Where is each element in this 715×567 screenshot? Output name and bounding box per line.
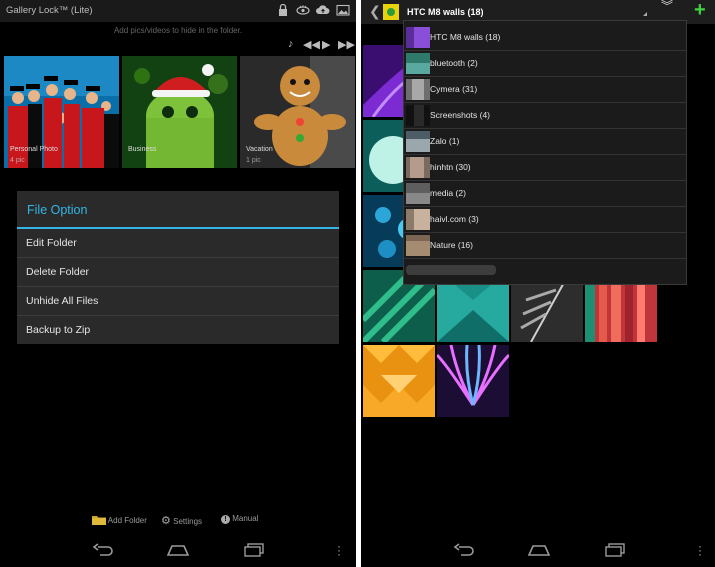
back-icon[interactable] <box>92 543 114 557</box>
folder-thumbnail <box>406 79 430 100</box>
folder-item[interactable]: Zalo (1) <box>404 129 686 155</box>
home-icon[interactable] <box>166 543 190 557</box>
android-nav-bar: · · · <box>0 535 356 567</box>
folder-label: Screenshots (4) <box>430 110 490 120</box>
music-note-icon[interactable]: ♪ <box>288 38 294 50</box>
home-icon[interactable] <box>527 543 551 557</box>
settings-label: Settings <box>173 517 203 526</box>
overflow-menu-icon[interactable]: · · · <box>698 540 702 560</box>
folder-thumbnail <box>383 4 399 20</box>
add-folder-button[interactable]: Add Folder <box>92 514 147 525</box>
backup-to-zip-option[interactable]: Backup to Zip <box>17 316 339 344</box>
folder-label: Nature (16) <box>430 240 473 250</box>
folder-label: haivl.com (3) <box>430 214 479 224</box>
folder-thumbnail <box>406 183 430 204</box>
option-label: Unhide All Files <box>26 295 99 307</box>
wallpaper-thumbnail[interactable] <box>363 345 435 417</box>
folder-icon <box>92 516 106 525</box>
dialog-title: File Option <box>27 203 88 217</box>
folder-item[interactable] <box>404 259 686 284</box>
folder-label: bluetooth (2) <box>430 58 478 68</box>
folder-item[interactable]: hinhtn (30) <box>404 155 686 181</box>
folder-label: Cymera (31) <box>430 84 478 94</box>
gallery-icon[interactable] <box>336 4 350 16</box>
folder-item[interactable]: bluetooth (2) <box>404 51 686 77</box>
gear-icon: ⚙ <box>161 515 171 527</box>
album-count: 4 pic <box>10 157 25 164</box>
action-bar: Gallery Lock™ (Lite) <box>0 0 356 22</box>
add-folder-label: Add Folder <box>107 516 147 525</box>
gallery-lock-screen: Gallery Lock™ (Lite) Add pics/videos to … <box>0 0 356 567</box>
next-icon[interactable]: ▶▶ <box>338 38 355 51</box>
folder-label: hinhtn (30) <box>430 162 471 172</box>
manual-button[interactable]: ! Manual <box>221 514 258 524</box>
album-label: Business <box>128 146 157 153</box>
album-label: Personal Photo <box>10 146 58 153</box>
folder-thumbnail <box>406 131 430 152</box>
wallpaper-thumbnail[interactable] <box>437 345 509 417</box>
edit-folder-option[interactable]: Edit Folder <box>17 229 339 258</box>
add-icon[interactable]: + <box>694 0 706 22</box>
delete-folder-option[interactable]: Delete Folder <box>17 258 339 287</box>
manual-label: Manual <box>232 514 259 523</box>
option-label: Backup to Zip <box>26 324 91 336</box>
android-nav-bar: · · · <box>361 535 715 567</box>
info-icon: ! <box>221 515 230 524</box>
file-option-dialog: File Option Edit Folder Delete Folder Un… <box>17 191 339 344</box>
selected-folder-label[interactable]: HTC M8 walls (18) <box>407 7 484 17</box>
play-icon[interactable]: ▶ <box>322 38 330 51</box>
hint-text: Add pics/videos to hide in the folder. <box>113 26 243 35</box>
collapse-icon[interactable]: ︾ <box>661 0 673 12</box>
overflow-menu-icon[interactable]: · · · <box>337 540 341 560</box>
previous-icon[interactable]: ◀◀ <box>303 38 320 51</box>
folder-item[interactable]: HTC M8 walls (18) <box>404 25 686 51</box>
folder-item[interactable]: Screenshots (4) <box>404 103 686 129</box>
option-label: Edit Folder <box>26 237 77 249</box>
back-arrow-icon[interactable]: ❮ <box>369 3 381 20</box>
dropdown-arrow-icon[interactable] <box>643 12 647 16</box>
folder-label: Zalo (1) <box>430 136 460 146</box>
folder-thumbnail <box>406 235 430 256</box>
folder-thumbnail <box>406 157 430 178</box>
folder-item[interactable]: Cymera (31) <box>404 77 686 103</box>
album-count: 1 pic <box>246 157 261 164</box>
folder-dropdown: HTC M8 walls (18) bluetooth (2) Cymera (… <box>403 20 687 285</box>
album-personal-photo[interactable]: Personal Photo 4 pic <box>4 56 119 168</box>
folder-item[interactable]: haivl.com (3) <box>404 207 686 233</box>
album-business[interactable]: Business <box>122 56 237 168</box>
option-label: Delete Folder <box>26 266 90 278</box>
folder-thumbnail <box>406 27 430 48</box>
recent-apps-icon[interactable] <box>604 543 626 557</box>
eye-icon[interactable] <box>296 4 310 16</box>
unhide-all-files-option[interactable]: Unhide All Files <box>17 287 339 316</box>
app-title: Gallery Lock™ (Lite) <box>6 5 93 16</box>
folder-label: HTC M8 walls (18) <box>430 32 501 42</box>
folder-item[interactable]: Nature (16) <box>404 233 686 259</box>
folder-thumbnail <box>406 209 430 230</box>
lock-icon[interactable] <box>276 4 290 16</box>
settings-button[interactable]: ⚙ Settings <box>161 514 202 527</box>
folder-picker-screen: ❮ HTC M8 walls (18) ︾ + HTC M8 walls (18… <box>361 0 715 567</box>
cloud-upload-icon[interactable] <box>316 4 330 16</box>
recent-apps-icon[interactable] <box>243 543 265 557</box>
album-label: Vacation <box>246 146 273 153</box>
album-vacation[interactable]: Vacation 1 pic <box>240 56 355 168</box>
folder-item[interactable]: media (2) <box>404 181 686 207</box>
folder-thumbnail <box>406 105 430 126</box>
blurred-folder-label <box>406 265 496 275</box>
folder-label: media (2) <box>430 188 466 198</box>
back-icon[interactable] <box>453 543 475 557</box>
folder-thumbnail <box>406 53 430 74</box>
